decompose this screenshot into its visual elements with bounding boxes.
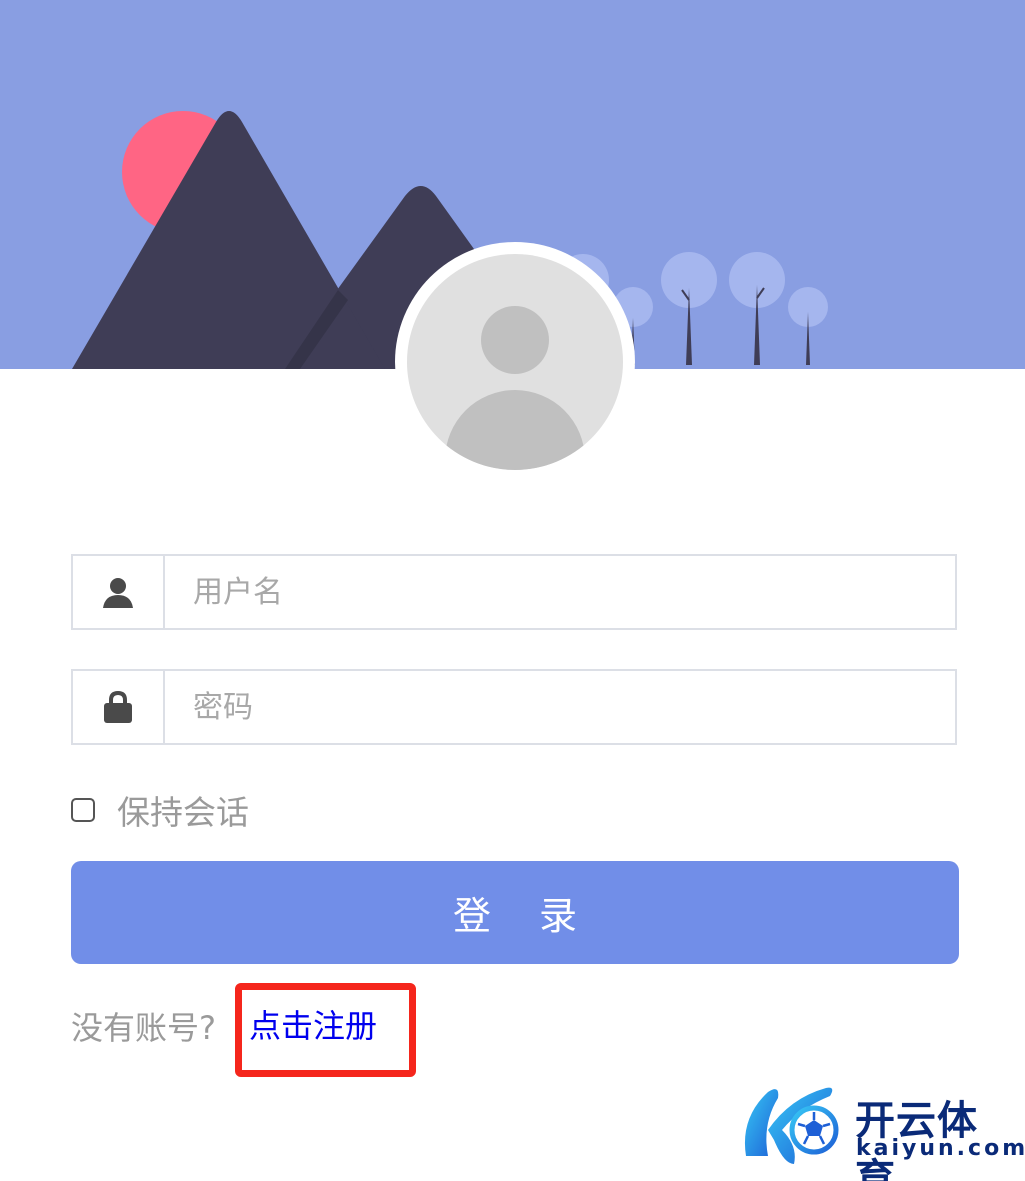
brand-name-en: kaiyun.com [856,1136,1025,1161]
lock-icon [73,671,165,743]
password-field [71,669,957,745]
user-icon [73,556,165,628]
default-avatar-icon [407,254,623,470]
keep-session-option[interactable]: 保持会话 [71,790,249,832]
login-button[interactable]: 登 录 [71,861,959,964]
password-input[interactable] [165,671,955,743]
keep-session-label: 保持会话 [117,793,249,832]
username-field [71,554,957,630]
register-prompt: 没有账号? [71,1002,216,1050]
brand-logo-icon [744,1087,839,1164]
brand-name-cn: 开云体育 [855,1098,978,1181]
login-page: 保持会话 登 录 没有账号? 点击注册 开云体育 kaiyun.com [0,0,1025,1181]
avatar-frame [395,242,635,482]
brand-watermark: 开云体育 kaiyun.com [738,1078,1025,1181]
avatar-body [445,390,585,470]
keep-session-checkbox[interactable] [71,798,95,822]
register-link[interactable]: 点击注册 [249,1002,377,1050]
username-input[interactable] [165,556,955,628]
mountain-shape [72,111,385,369]
no-account-text: 没有账号? [71,1009,216,1047]
avatar-head [481,306,549,374]
